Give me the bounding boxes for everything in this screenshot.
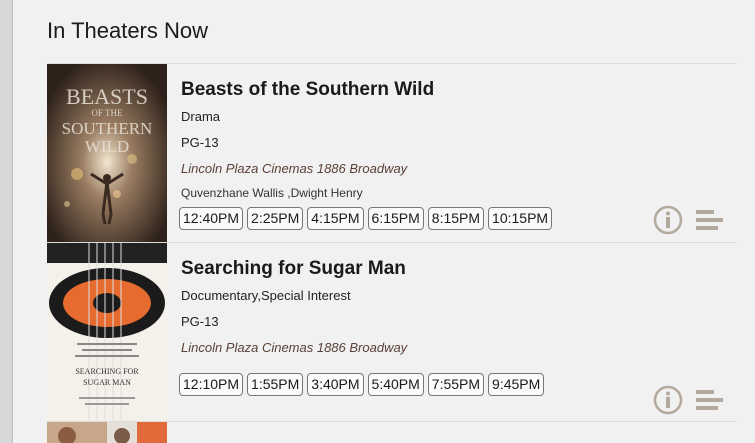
showtime-button[interactable]: 1:55PM [247,373,304,396]
showtime-button[interactable]: 12:10PM [179,373,244,396]
showtime-button[interactable]: 4:15PM [307,207,364,230]
poster-image: SEARCHING FOR SUGAR MAN [47,243,167,421]
movie-rating: PG-13 [181,135,219,150]
showtimes-list: 12:10PM 1:55PM 3:40PM 5:40PM 7:55PM 9:45… [179,373,545,396]
movie-poster[interactable]: BEASTS OF THE SOUTHERN WILD [47,64,167,242]
movie-rating: PG-13 [181,314,219,329]
movie-poster[interactable]: SEARCHING FOR SUGAR MAN [47,243,167,421]
movie-info: Beasts of the Southern Wild Drama PG-13 … [179,64,737,242]
movie-title[interactable]: Searching for Sugar Man [181,258,406,280]
movie-item[interactable]: SEARCHING FOR SUGAR MAN Searching for Su… [47,243,737,421]
poster-image: BEASTS OF THE SOUTHERN WILD [47,64,167,242]
movie-title[interactable]: Beasts of the Southern Wild [181,79,434,101]
showtime-button[interactable]: 9:45PM [488,373,545,396]
poster-title-line: SEARCHING FOR [75,367,139,376]
poster-title-line: OF THE [91,108,123,118]
list-icon[interactable] [695,205,725,235]
main-content: In Theaters Now BEASTS OF THE SOUTHERN W… [13,0,755,443]
showtime-button[interactable]: 7:55PM [427,373,485,396]
showtime-button[interactable]: 12:40PM [179,207,244,230]
showtime-button[interactable]: 6:15PM [367,207,424,230]
left-rail [0,0,13,443]
list-icon[interactable] [695,385,725,415]
movie-genre: Drama [181,109,221,124]
movie-info: Searching for Sugar Man Documentary,Spec… [179,243,737,421]
info-icon[interactable] [653,205,683,235]
theater-location[interactable]: Lincoln Plaza Cinemas 1886 Broadway [181,340,407,355]
movie-item[interactable]: BEASTS OF THE SOUTHERN WILD Beasts of th… [47,64,737,242]
poster-image [47,422,167,443]
poster-title-line: WILD [85,137,129,156]
movie-genre: Documentary,Special Interest [181,288,351,303]
info-icon[interactable] [653,385,683,415]
theater-location[interactable]: Lincoln Plaza Cinemas 1886 Broadway [181,161,407,176]
showtimes-list: 12:40PM 2:25PM 4:15PM 6:15PM 8:15PM 10:1… [179,207,553,230]
poster-title-line: SUGAR MAN [83,378,131,387]
movie-poster-partial[interactable] [47,422,167,443]
movie-cast: Quvenzhane Wallis ,Dwight Henry [181,186,363,200]
showtime-button[interactable]: 8:15PM [427,207,485,230]
showtime-button[interactable]: 5:40PM [367,373,424,396]
poster-title-line: BEASTS [66,84,148,109]
poster-title-line: SOUTHERN [62,119,153,138]
showtime-button[interactable]: 10:15PM [488,207,553,230]
showtime-button[interactable]: 2:25PM [247,207,304,230]
showtime-button[interactable]: 3:40PM [307,373,364,396]
page-title: In Theaters Now [47,18,209,43]
